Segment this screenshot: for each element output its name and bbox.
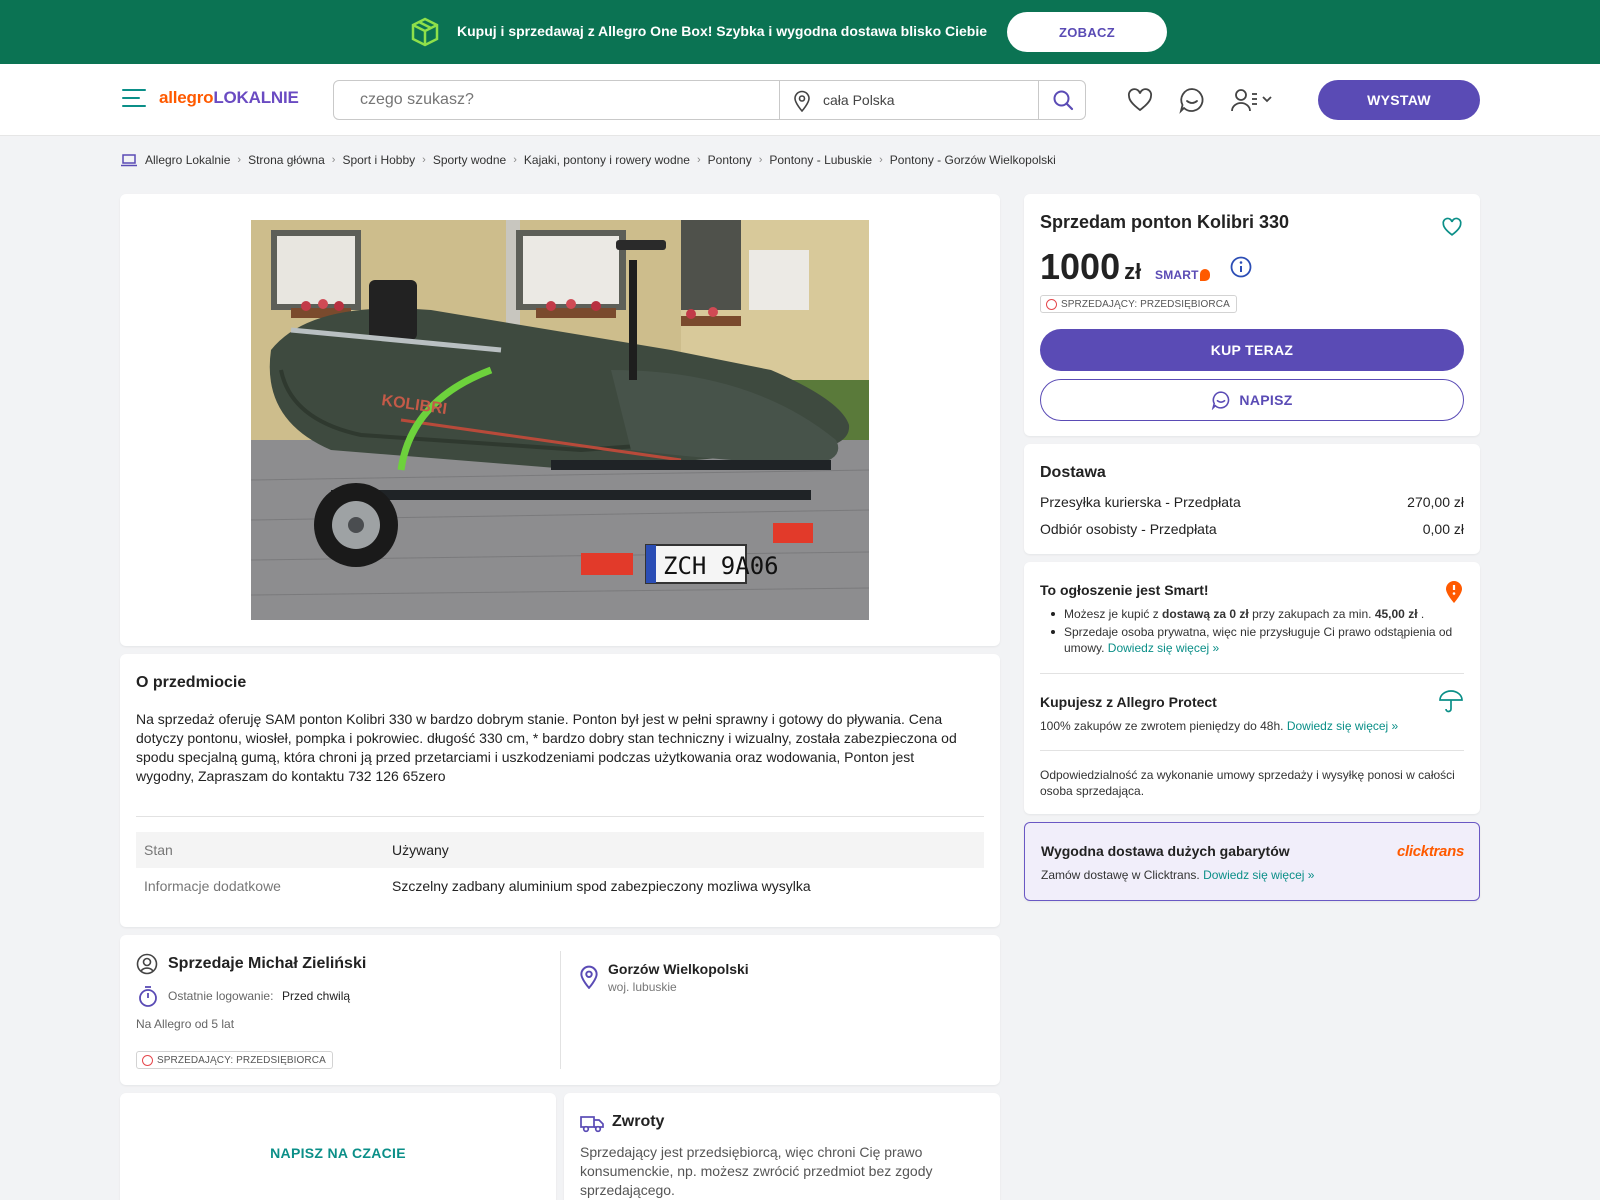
favorites-heart-icon[interactable] [1126,86,1154,114]
property-label: Informacje dodatkowe [144,878,281,894]
property-value: Używany [392,842,449,858]
location-pin-icon [580,965,598,989]
menu-icon[interactable] [122,89,146,109]
seller-type-badge: SPRZEDAJĄCY: PRZEDSIĘBIORCA [136,1051,333,1069]
search-icon [1053,90,1073,111]
license-plate: ZCH 9A06 [663,552,779,580]
breadcrumb-item[interactable]: Pontony - Gorzów Wielkopolski [890,153,1056,167]
breadcrumb-item[interactable]: Sporty wodne [433,153,506,167]
laptop-icon [121,153,137,166]
seller-name-link[interactable]: Sprzedaje Michał Zieliński [168,955,366,973]
member-since: Na Allegro od 5 lat [136,1017,235,1031]
learn-more-link[interactable]: Dowiedz się więcej » [1108,641,1219,655]
protect-title: Kupujesz z Allegro Protect [1040,694,1217,710]
location-pin-icon [794,90,810,112]
breadcrumb-item[interactable]: Pontony [708,153,752,167]
chat-link[interactable]: NAPISZ NA CZACIE [120,1145,556,1161]
message-seller-button[interactable]: NAPISZ [1040,379,1464,421]
delivery-option: Przesyłka kurierska - Przedpłata 270,00 z… [1040,494,1464,510]
seller-type-badge: SPRZEDAJĄCY: PRZEDSIĘBIORCA [1040,295,1237,313]
seller-card: Sprzedaje Michał Zieliński Ostatnie logo… [120,935,1000,1085]
chat-card: NAPISZ NA CZACIE [120,1093,556,1200]
smart-pin-icon [1446,581,1462,603]
account-menu-icon[interactable] [1230,86,1278,114]
property-row: Informacje dodatkowe Szczelny zadbany al… [136,868,984,904]
breadcrumb-item[interactable]: Kajaki, pontony i rowery wodne [524,153,690,167]
learn-more-link[interactable]: Dowiedz się więcej » [1287,719,1398,733]
delivery-card: Dostawa Przesyłka kurierska - Przedpłata… [1024,444,1480,554]
breadcrumb-item[interactable]: Pontony - Lubuskie [769,153,872,167]
breadcrumb-item[interactable]: Allegro Lokalnie [145,153,230,167]
property-row: Stan Używany [136,832,984,868]
returns-title: Zwroty [612,1113,665,1130]
location-field[interactable]: cała Polska [823,92,895,108]
promo-see-button[interactable]: ZOBACZ [1007,12,1167,52]
buy-now-button[interactable]: KUP TERAZ [1040,329,1464,371]
smart-badge: SMART [1155,268,1210,282]
protect-text: 100% zakupów ze zwrotem pieniędzy do 48h… [1040,719,1399,733]
clicktrans-title: Wygodna dostawa dużych gabarytów [1041,843,1290,859]
promo-text: Kupuj i sprzedawaj z Allegro One Box! Sz… [457,23,988,39]
allegro-lokalnie-logo[interactable]: allegroLOKALNIE [159,88,299,108]
user-circle-icon [136,953,158,975]
umbrella-icon [1439,690,1463,713]
one-box-icon [411,17,439,47]
messages-icon[interactable] [1178,86,1206,114]
header: allegroLOKALNIE cała Polska WYSTAW [0,64,1600,136]
promo-banner: Kupuj i sprzedawaj z Allegro One Box! Sz… [0,0,1600,64]
about-item-card: O przedmiocie Na sprzedaż oferuję SAM po… [120,654,1000,927]
clicktrans-text: Zamów dostawę w Clicktrans. Dowiedz się … [1041,868,1315,882]
buy-card: Sprzedam ponton Kolibri 330 1000 zł SMART… [1024,194,1480,436]
about-title: O przedmiocie [136,674,247,691]
list-item: Możesz je kupić z dostawą za 0 zł przy z… [1048,606,1458,622]
breadcrumb-item[interactable]: Strona główna [248,153,325,167]
favorite-heart-icon[interactable] [1440,216,1464,238]
breadcrumb: Allegro Lokalnie › Strona główna › Sport i… [121,153,1056,167]
search-button[interactable] [1038,81,1086,119]
last-login-value: Przed chwilą [282,989,351,1003]
smart-title: To ogłoszenie jest Smart! [1040,582,1209,598]
chat-bubble-icon [1212,391,1230,410]
search-input[interactable] [334,81,779,119]
photo-card: ZCH 9A06 KOLIBRI [120,194,1000,646]
stopwatch-icon [139,986,157,1007]
returns-description: Sprzedający jest przedsiębiorcą, więc ch… [580,1144,933,1198]
delivery-title: Dostawa [1040,464,1106,481]
last-login-label: Ostatnie logowanie: [168,989,274,1003]
delivery-truck-icon [580,1116,604,1133]
responsibility-note: Odpowiedzialność za wykonanie umowy sprz… [1040,768,1455,798]
breadcrumb-item[interactable]: Sport i Hobby [342,153,415,167]
clicktrans-card: Wygodna dostawa dużych gabarytów clicktr… [1024,822,1480,901]
property-value: Szczelny zadbany aluminium spod zabezpie… [392,878,811,894]
returns-card: Zwroty Sprzedający jest przedsiębiorcą, … [564,1093,1000,1200]
item-description: Na sprzedaż oferuję SAM ponton Kolibri 3… [136,711,957,784]
delivery-option: Odbiór osobisty - Przedpłata 0,00 zł [1040,521,1464,537]
clicktrans-logo[interactable]: clicktrans [1397,843,1464,860]
learn-more-link[interactable]: Dowiedz się więcej » [1203,868,1314,882]
post-listing-button[interactable]: WYSTAW [1318,80,1480,120]
search-bar: cała Polska [333,80,1086,120]
item-price: 1000 zł [1040,246,1142,287]
seller-region: woj. lubuskie [608,980,677,994]
seller-city: Gorzów Wielkopolski [608,961,749,977]
smart-benefits: Możesz je kupić z dostawą za 0 zł przy z… [1048,606,1458,658]
product-photo[interactable]: ZCH 9A06 KOLIBRI [251,220,869,620]
item-title: Sprzedam ponton Kolibri 330 [1040,212,1290,232]
info-icon[interactable] [1230,256,1252,278]
list-item: Sprzedaje osoba prywatna, więc nie przys… [1048,624,1458,656]
property-label: Stan [144,842,173,858]
smart-info-card: To ogłoszenie jest Smart! Możesz je kupi… [1024,562,1480,814]
